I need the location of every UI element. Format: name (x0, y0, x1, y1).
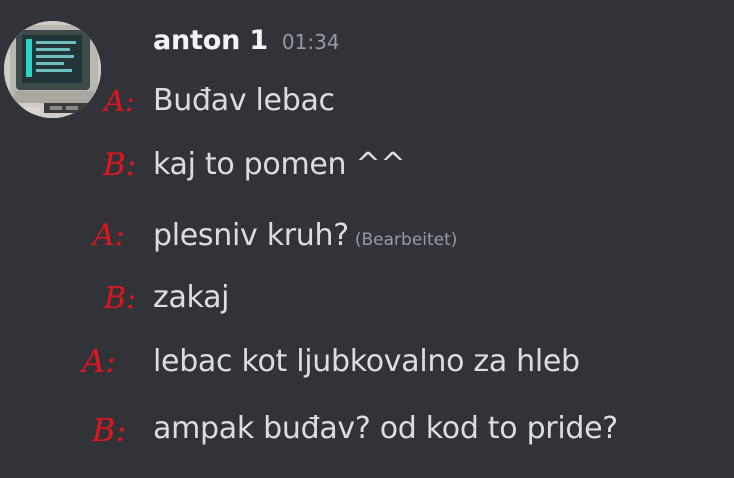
timestamp[interactable]: 01:34 (282, 30, 340, 54)
message-text: Buđav lebac (153, 83, 335, 118)
edited-label: (Bearbeitet) (354, 230, 458, 250)
username[interactable]: anton 1 (153, 25, 268, 56)
message-text: lebac kot ljubkovalno za hleb (153, 344, 580, 379)
message-line: Buđav lebac (153, 79, 335, 123)
speaker-annotation: A: (93, 218, 125, 253)
speaker-annotation: A: (104, 84, 135, 118)
message-line: zakaj (153, 276, 230, 320)
speaker-annotation: A: (82, 342, 116, 380)
avatar[interactable] (4, 21, 101, 118)
message-header: anton 1 01:34 (153, 25, 340, 69)
speaker-annotation: B: (103, 147, 137, 183)
chat-message: anton 1 01:34 A: Buđav lebac B: kaj to p… (0, 0, 734, 478)
message-text: kaj to pomen ^^ (153, 147, 406, 182)
message-line: ampak buđav? od kod to pride? (153, 407, 618, 451)
message-text: plesniv kruh? (153, 218, 349, 253)
message-text: ampak buđav? od kod to pride? (153, 411, 618, 446)
speaker-annotation: B: (104, 281, 137, 316)
message-line: lebac kot ljubkovalno za hleb (153, 340, 580, 384)
speaker-annotation: B: (92, 411, 127, 449)
message-text: zakaj (153, 280, 230, 315)
message-line: plesniv kruh? (Bearbeitet) (153, 214, 457, 258)
message-line: kaj to pomen ^^ (153, 143, 405, 187)
retro-computer-icon (4, 21, 101, 118)
